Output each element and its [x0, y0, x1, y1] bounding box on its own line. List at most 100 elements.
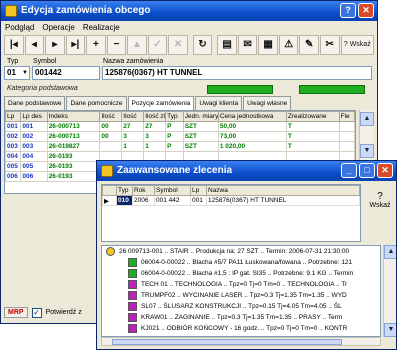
next-record-button[interactable]: ▸ — [45, 35, 65, 55]
symbol-field[interactable]: 001442 — [32, 66, 100, 80]
tab-4[interactable]: Uwagi własne — [243, 96, 292, 110]
table-cell: 50,00 — [217, 121, 287, 132]
close-popup-button[interactable]: ✕ — [377, 163, 393, 178]
pen-button[interactable]: ✎ — [299, 35, 319, 55]
table-cell: P — [165, 121, 184, 132]
last-record-button[interactable]: ▸| — [65, 35, 86, 55]
tree-horizontal-scrollbar[interactable] — [101, 337, 381, 346]
last-record-icon: ▸| — [71, 39, 80, 50]
tab-0[interactable]: Dane podstawowe — [4, 96, 66, 110]
tree-node[interactable]: KRAW01 .. ZAGINANIE .. Tpz=0.3 Tj=1.35 T… — [102, 312, 380, 323]
calendar-button[interactable]: ▦ — [258, 35, 278, 55]
cancel-button[interactable]: ✕ — [168, 35, 188, 55]
tree-node[interactable]: 06004-0-00022 .. Blacha #5/7 PA11 Łuskow… — [102, 257, 380, 268]
scissors-button[interactable]: ✂ — [319, 35, 340, 55]
scroll-down-icon[interactable]: ▼ — [384, 323, 396, 337]
column-header[interactable]: Jedn. miary — [182, 111, 219, 122]
tree-node[interactable]: TRUMPF02 .. WYCINANIE LASER .. Tpz=0.3 T… — [102, 290, 380, 301]
calendar-icon: ▦ — [263, 39, 273, 50]
mail-icon: ✉ — [243, 39, 252, 50]
table-cell: 26-0193 — [46, 151, 101, 162]
window-titlebar[interactable]: Edycja zamówienia obcego ? ✕ — [1, 1, 377, 21]
add-button[interactable]: + — [86, 35, 106, 55]
column-header[interactable]: Lp des — [20, 111, 48, 122]
tree-node[interactable]: KJ021 .. ODBIÓR KOŃCOWY - 16 godz. .. Tp… — [102, 323, 380, 334]
column-header[interactable]: Ilość — [121, 111, 145, 122]
list-icon: ▤ — [222, 39, 232, 50]
confirm-button[interactable]: ✓ — [147, 35, 168, 55]
delete-button[interactable]: − — [106, 35, 127, 55]
scroll-up-icon[interactable]: ▲ — [360, 112, 374, 126]
confirm-checkbox-label: Potwierdź z — [45, 309, 82, 316]
tab-1[interactable]: Dane pomocnicze — [66, 96, 127, 110]
tree-node[interactable]: 26 009713-001 .. STAIR .. Produkcja na: … — [102, 246, 380, 257]
refresh-button[interactable]: ↻ — [192, 35, 213, 55]
tree-node[interactable]: SL07 .. ŚLUSARZ KONSTRUKCJI .. Tpz=0.15 … — [102, 301, 380, 312]
table-row[interactable]: 003 003 26-019827 1 1 P SZT 1 020,00 T — [5, 141, 355, 152]
operation-icon — [128, 280, 137, 289]
help-window-button[interactable]: ? — [340, 3, 356, 18]
tree-node[interactable]: 06004-0-00022 .. Blacha #1,5 : IP gat. S… — [102, 268, 380, 279]
scroll-up-icon[interactable]: ▲ — [384, 245, 396, 259]
table-cell: 006 — [5, 171, 22, 182]
table-row[interactable]: 002 002 26-000713 00 3 3 P SZT 73,00 T — [5, 131, 355, 142]
tab-2[interactable]: Pozycje zamówienia — [127, 96, 195, 110]
column-header[interactable]: Ilość zl — [143, 111, 167, 122]
tree-node-label: 06004-0-00022 .. Blacha #1,5 : IP gat. S… — [141, 270, 354, 277]
scroll-thumb[interactable] — [112, 339, 342, 345]
column-header[interactable]: Symbol — [154, 185, 191, 196]
column-header[interactable]: Lp — [190, 185, 207, 196]
column-header[interactable]: Typ — [165, 111, 184, 122]
confirm-checkbox[interactable]: ✓ — [31, 307, 42, 318]
help-toolbar-button[interactable]: ? Wskaź — [340, 35, 375, 55]
minimize-button[interactable]: _ — [341, 163, 357, 178]
column-header[interactable]: Cena jednostkowa — [217, 111, 287, 122]
table-cell: 005 — [20, 161, 48, 172]
tree-node-label: TRUMPF02 .. WYCINANIE LASER .. Tpz=0.3 T… — [141, 292, 347, 299]
tab-3[interactable]: Uwagi klienta — [195, 96, 243, 110]
column-header[interactable]: Zrealizowane — [285, 111, 340, 122]
add-icon: + — [92, 39, 99, 50]
menu-item-realizacje[interactable]: Realizacje — [83, 21, 120, 34]
first-record-button[interactable]: |◂ — [4, 35, 24, 55]
menu-item-podglad[interactable]: Podgląd — [5, 21, 34, 34]
popup-titlebar[interactable]: Zaawansowane zlecenia _ □ ✕ — [97, 161, 396, 181]
warning-button[interactable]: ⚠ — [278, 35, 299, 55]
close-window-button[interactable]: ✕ — [358, 3, 374, 18]
column-header[interactable]: Typ — [116, 185, 133, 196]
confirm-icon: ✓ — [153, 39, 162, 50]
cancel-icon: ✕ — [173, 39, 183, 50]
tree-node-label: KRAW01 .. ZAGINANIE .. Tpz=0.3 Tj=1.35 T… — [141, 314, 343, 321]
maximize-button[interactable]: □ — [359, 163, 375, 178]
tree-node[interactable]: TECH 01 .. TECHNOLOGIA .. Tpz=0 Tj=0 Tm=… — [102, 279, 380, 290]
scroll-down-icon[interactable]: ▼ — [360, 144, 374, 158]
column-header[interactable]: Ilość — [99, 111, 123, 122]
popup-help-button[interactable]: ? Wskaź — [367, 191, 393, 217]
table-cell: 003 — [5, 141, 22, 152]
column-header[interactable]: Rok — [132, 185, 155, 196]
edit-button[interactable]: ▲ — [127, 35, 147, 55]
table-row[interactable]: ▶ 010 2006 001 442 001 125876(0367) HT TUNNEL — [102, 195, 360, 206]
refresh-icon: ↻ — [198, 39, 207, 50]
status-indicator-1 — [207, 85, 273, 94]
mrp-button[interactable]: MRP — [4, 307, 28, 318]
operation-icon — [128, 313, 137, 322]
table-cell: 27 — [121, 121, 145, 132]
list-button[interactable]: ▤ — [217, 35, 237, 55]
tree-node-label: 06004-0-00022 .. Blacha #5/7 PA11 Łuskow… — [141, 259, 353, 266]
column-header[interactable]: Lp — [5, 111, 22, 122]
chevron-down-icon[interactable]: ▼ — [22, 67, 28, 79]
table-row[interactable]: 001 001 26-000713 00 27 27 P SZT 50,00 T — [5, 121, 355, 132]
nazwa-field[interactable]: 125876(0367) HT TUNNEL — [102, 66, 372, 80]
tree-scrollbar[interactable]: ▲ ▼ — [383, 245, 396, 337]
first-record-icon: |◂ — [9, 39, 18, 50]
mail-button[interactable]: ✉ — [237, 35, 258, 55]
menu-item-operacje[interactable]: Operacje — [42, 21, 74, 34]
typ-field[interactable]: 01 ▼ — [4, 66, 30, 80]
row-selector-icon: ▶ — [102, 195, 117, 206]
column-header[interactable]: Indeks — [46, 111, 101, 122]
prev-record-button[interactable]: ◂ — [24, 35, 45, 55]
bottom-bar: MRP ✓ Potwierdź z — [4, 307, 82, 318]
column-header[interactable]: Nazwa — [206, 185, 360, 196]
column-header[interactable]: Fle — [338, 111, 355, 122]
